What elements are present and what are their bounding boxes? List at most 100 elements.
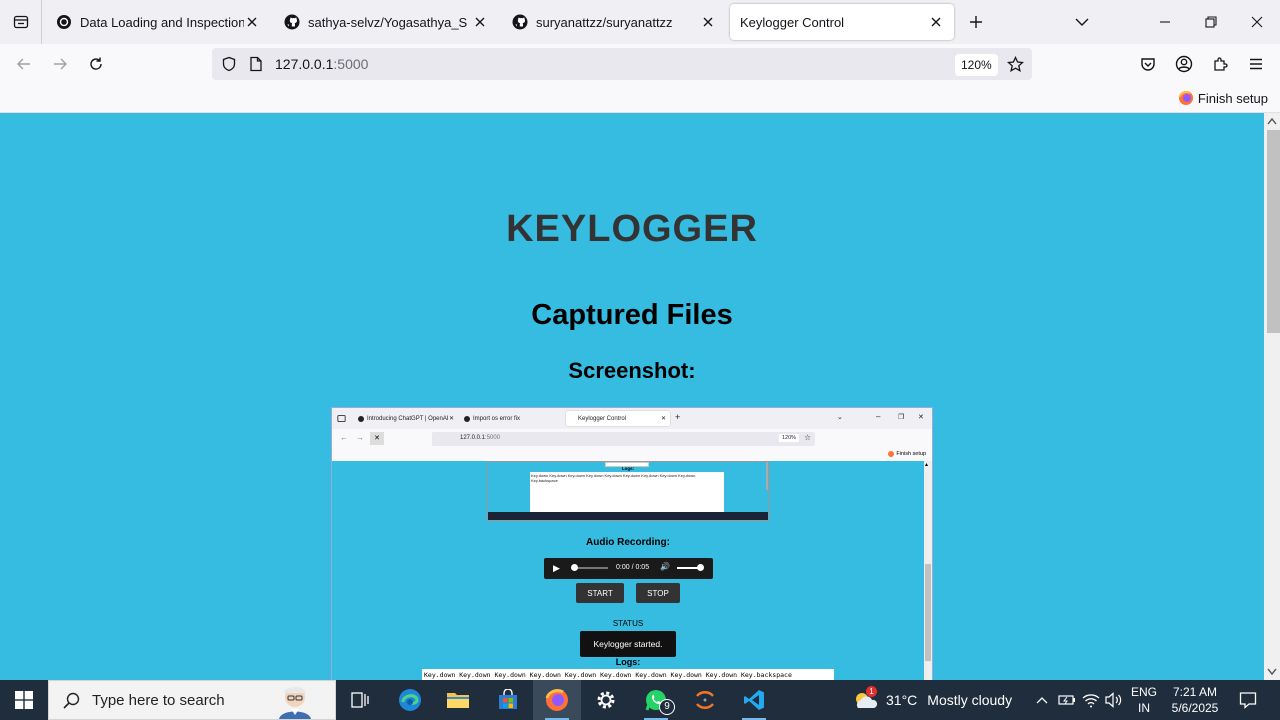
scroll-up-icon: ▴ — [925, 462, 929, 468]
account-button[interactable] — [1168, 48, 1200, 80]
shield-icon[interactable] — [221, 56, 237, 72]
windows-logo-icon — [15, 691, 33, 709]
file-explorer-taskbar-button[interactable] — [434, 680, 482, 720]
logs-label: Logs: — [615, 657, 641, 667]
screenshot-navigation-bar: ← → ✕ 127.0.0.1:5000 120% ☆ — [332, 429, 932, 449]
volume-button[interactable] — [1103, 680, 1125, 720]
show-hidden-icons-button[interactable] — [1032, 680, 1052, 720]
vscode-taskbar-button[interactable] — [730, 680, 778, 720]
taskbar-search-box[interactable]: Type here to search — [48, 680, 336, 720]
notifications-button[interactable] — [1232, 680, 1264, 720]
extensions-button[interactable] — [1204, 48, 1236, 80]
logs-box: Key.down Key.down Key.down Key.down Key.… — [422, 669, 834, 680]
notification-icon — [1239, 692, 1257, 709]
list-all-tabs-button[interactable] — [1068, 8, 1096, 36]
nested-taskbar — [488, 512, 768, 520]
task-view-button[interactable] — [336, 680, 384, 720]
restore-icon: ❐ — [898, 414, 905, 421]
tab-yogasathya[interactable]: sathya-selvz/Yogasathya_S — [274, 4, 498, 40]
page-title: KEYLOGGER — [506, 208, 758, 250]
tab-strip: Data Loading and Inspection sathya-selvz… — [0, 0, 1280, 44]
edge-taskbar-button[interactable] — [386, 680, 434, 720]
puzzle-icon — [1214, 57, 1228, 71]
back-button[interactable] — [8, 48, 40, 80]
jupyter-taskbar-button[interactable] — [681, 680, 729, 720]
tab-data-loading[interactable]: Data Loading and Inspection — [46, 4, 270, 40]
forward-arrow-icon — [54, 58, 67, 70]
zoom-level-button[interactable]: 120% — [955, 54, 998, 76]
firefox-taskbar-button[interactable] — [533, 680, 581, 720]
firefox-view-icon — [337, 414, 346, 423]
bookmark-star-icon[interactable] — [1007, 56, 1024, 73]
page-scrollbar[interactable] — [1264, 113, 1280, 680]
scroll-down-icon — [1267, 668, 1277, 676]
minimize-button[interactable] — [1142, 0, 1188, 44]
scroll-up-button[interactable] — [1264, 113, 1280, 129]
settings-taskbar-button[interactable] — [582, 680, 630, 720]
network-button[interactable] — [1080, 680, 1102, 720]
menu-button[interactable] — [1240, 48, 1272, 80]
tab-label: sathya-selvz/Yogasathya_S — [308, 14, 468, 30]
close-tab-icon[interactable] — [472, 14, 488, 30]
volume-icon: 🔊 — [660, 562, 670, 571]
firefox-icon — [545, 689, 568, 711]
page-content: KEYLOGGER Captured Files Screenshot: Int… — [0, 113, 1264, 680]
volume-slider-thumb — [697, 564, 704, 571]
address-bar[interactable]: 127.0.0.1:5000 120% — [212, 48, 1032, 80]
weather-widget[interactable]: 1 31°C Mostly cloudy — [852, 680, 1012, 720]
start-button[interactable] — [0, 680, 48, 720]
battery-button[interactable] — [1056, 680, 1078, 720]
close-icon: ✕ — [448, 416, 454, 422]
tab-keylogger-control[interactable]: Keylogger Control — [730, 4, 954, 40]
whatsapp-unread-badge: 9 — [659, 699, 675, 715]
pocket-button[interactable] — [1132, 48, 1164, 80]
reload-button[interactable] — [80, 48, 112, 80]
scroll-down-button[interactable] — [1264, 664, 1280, 680]
whatsapp-taskbar-button[interactable]: 9 — [632, 680, 680, 720]
page-icon[interactable] — [249, 56, 263, 72]
close-tab-icon[interactable] — [700, 14, 716, 30]
screenshot-bookmarks-toolbar: Finish setup — [332, 449, 932, 461]
input-language-button[interactable]: ENG IN — [1126, 684, 1162, 716]
restore-icon — [1205, 16, 1217, 28]
close-window-button[interactable] — [1234, 0, 1280, 44]
finish-setup-label: Finish setup — [1197, 90, 1268, 106]
new-tab-button[interactable] — [958, 4, 994, 40]
start-button: START — [576, 583, 624, 603]
screenshot-tab-label: Introducing ChatGPT | OpenAI — [367, 415, 449, 422]
search-placeholder: Type here to search — [92, 691, 225, 709]
restore-button[interactable] — [1188, 0, 1234, 44]
tab-suryanattzz[interactable]: suryanattzz/suryanattzz — [502, 4, 726, 40]
tab-label: suryanattzz/suryanattzz — [536, 14, 673, 30]
hamburger-menu-icon — [1250, 58, 1262, 70]
forward-button[interactable] — [44, 48, 76, 80]
pocket-icon — [1141, 58, 1155, 71]
screenshot-tab-label: Keylogger Control — [578, 415, 627, 422]
close-tab-icon[interactable] — [928, 14, 944, 30]
close-icon: ✕ — [660, 416, 666, 422]
finish-setup-button[interactable]: Finish setup — [1178, 90, 1268, 106]
cloudy-weather-icon: 1 — [852, 686, 880, 712]
screenshot-heading: Screenshot: — [568, 358, 696, 383]
screenshot-page: Logs: Key.down Key.down Key.down Key.dow… — [332, 461, 924, 680]
screenshot-url: 127.0.0.1:5000 — [460, 435, 500, 441]
forward-arrow-icon: → — [356, 433, 364, 442]
edge-icon — [399, 689, 421, 711]
firefox-view-button[interactable] — [0, 0, 42, 44]
chevron-up-icon — [1036, 697, 1048, 704]
scrollbar-thumb[interactable] — [1267, 130, 1280, 333]
screenshot-tab-label: Import os error fix — [473, 415, 521, 422]
plus-icon: + — [675, 412, 681, 422]
tab-label: Keylogger Control — [740, 14, 845, 30]
status-label: STATUS — [612, 619, 644, 628]
store-taskbar-button[interactable] — [484, 680, 532, 720]
close-tab-icon[interactable] — [244, 14, 260, 30]
clock-button[interactable]: 7:21 AM 5/6/2025 — [1164, 684, 1226, 716]
language-code: ENG — [1130, 685, 1157, 699]
github-icon — [512, 14, 528, 30]
stop-button: STOP — [636, 583, 680, 603]
screenshot-tab: Introducing ChatGPT | OpenAI ✕ — [354, 411, 458, 426]
url-text[interactable]: 127.0.0.1:5000 — [275, 56, 368, 72]
nested-logs-label: Logs: — [621, 466, 635, 471]
github-icon — [284, 14, 300, 30]
